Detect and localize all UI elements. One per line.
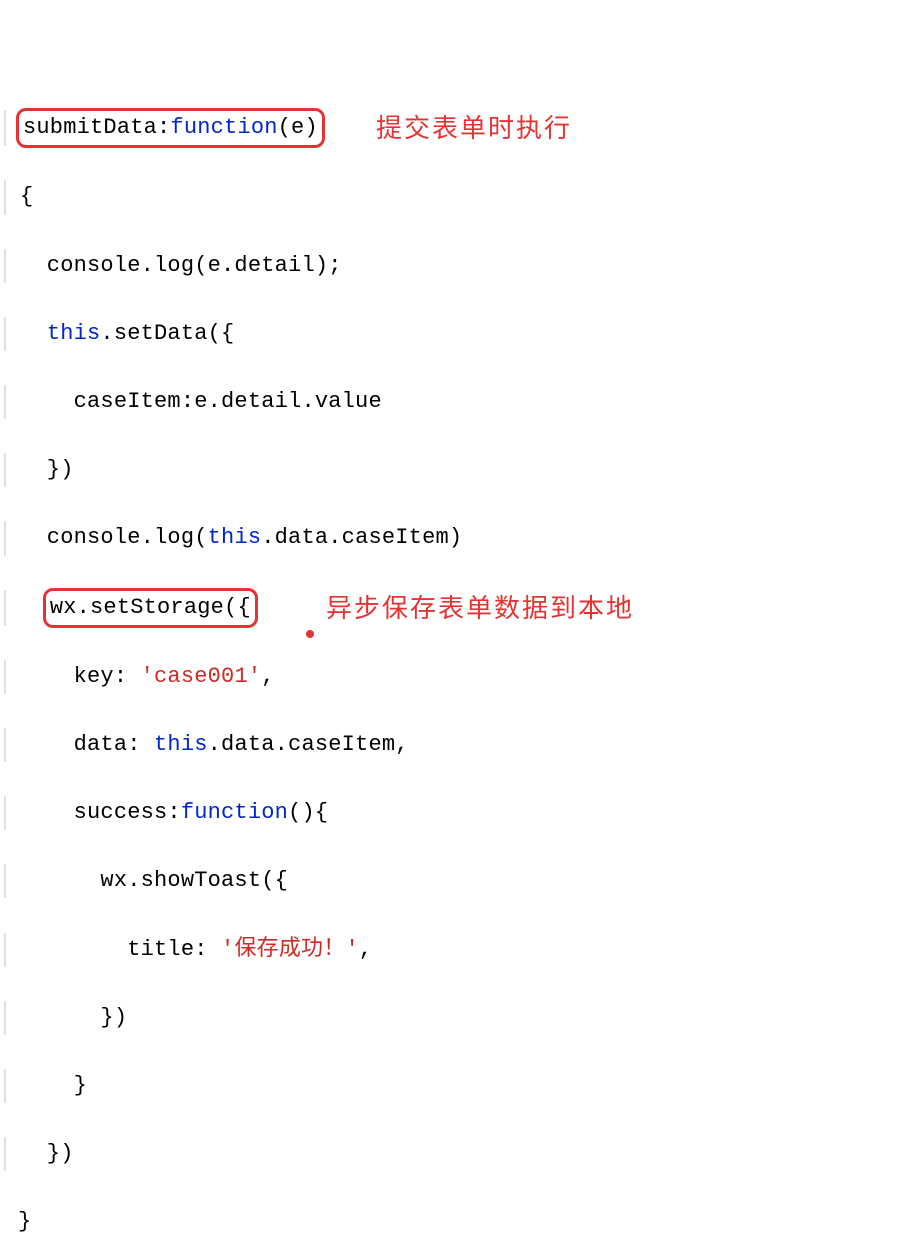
identifier: submitData — [23, 115, 157, 140]
params: (e) — [278, 115, 318, 140]
code-line-1: submitData:function(e) 提交表单时执行 — [4, 110, 918, 146]
code-line-15: } — [4, 1069, 918, 1103]
code-line-11: success:function(){ — [4, 796, 918, 830]
indent: data: — [20, 732, 154, 757]
code: (){ — [288, 800, 328, 825]
code-line-12: wx.showToast({ — [4, 864, 918, 898]
code: , — [261, 664, 274, 689]
indent: success: — [20, 800, 181, 825]
code-line-5: caseItem:e.detail.value — [4, 385, 918, 419]
highlight-box-2: wx.setStorage({ — [43, 588, 258, 628]
code: } — [20, 1073, 87, 1098]
annotation-1: 提交表单时执行 — [376, 108, 572, 148]
brace: } — [18, 1209, 31, 1234]
keyword-function: function — [181, 800, 288, 825]
code: wx.showToast({ — [20, 868, 288, 893]
code: wx.setStorage({ — [50, 595, 251, 620]
code: }) — [20, 457, 74, 482]
red-dot-icon — [306, 630, 314, 638]
code: .setData({ — [100, 321, 234, 346]
code: }) — [20, 1005, 127, 1030]
brace: { — [20, 184, 33, 209]
code: console.log( — [20, 525, 208, 550]
code: .data.caseItem) — [261, 525, 462, 550]
keyword-function: function — [170, 115, 277, 140]
highlight-box-1: submitData:function(e) — [16, 108, 325, 148]
code: }) — [20, 1141, 74, 1166]
code-line-2: { — [4, 180, 918, 214]
string-literal: '保存成功！' — [221, 937, 359, 962]
string-literal: 'case001' — [141, 664, 262, 689]
code: caseItem:e.detail.value — [20, 389, 382, 414]
keyword-this: this — [208, 525, 262, 550]
code-line-7: console.log(this.data.caseItem) — [4, 521, 918, 555]
code-line-9: key: 'case001', — [4, 660, 918, 694]
code-line-8: wx.setStorage({ 异步保存表单数据到本地 — [4, 590, 918, 626]
indent — [20, 321, 47, 346]
code: .data.caseItem, — [208, 732, 409, 757]
annotation-2: 异步保存表单数据到本地 — [326, 588, 634, 628]
indent: key: — [20, 664, 141, 689]
keyword-this: this — [154, 732, 208, 757]
code-line-10: data: this.data.caseItem, — [4, 728, 918, 762]
code: console.log(e.detail); — [20, 253, 342, 278]
code-line-13: title: '保存成功！', — [4, 933, 918, 967]
code: , — [359, 937, 372, 962]
code-line-4: this.setData({ — [4, 317, 918, 351]
indent: title: — [20, 937, 221, 962]
code-line-6: }) — [4, 453, 918, 487]
code-line-17: } — [4, 1205, 918, 1239]
keyword-this: this — [47, 321, 101, 346]
code-line-16: }) — [4, 1137, 918, 1171]
colon: : — [157, 115, 170, 140]
code-line-3: console.log(e.detail); — [4, 249, 918, 283]
code-line-14: }) — [4, 1001, 918, 1035]
